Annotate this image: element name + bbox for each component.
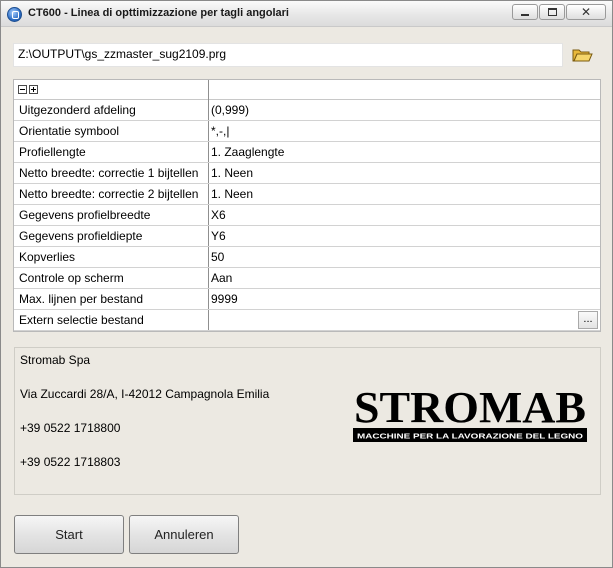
property-value[interactable] bbox=[209, 310, 600, 330]
grid-toolbar bbox=[14, 80, 600, 100]
company-address: Via Zuccardi 28/A, I-42012 Campagnola Em… bbox=[20, 387, 270, 401]
logo-tagline: MACCHINE PER LA LAVORAZIONE DEL LEGNO bbox=[357, 432, 583, 441]
property-rows: Uitgezonderd afdeling (0,999) Orientatie s… bbox=[14, 100, 600, 331]
company-info-panel: Stromab Spa Via Zuccardi 28/A, I-42012 C… bbox=[14, 347, 601, 495]
property-label: Kopverlies bbox=[19, 250, 76, 264]
property-label: Gegevens profielbreedte bbox=[19, 208, 151, 222]
minimize-icon bbox=[521, 14, 529, 16]
property-label: Orientatie symbool bbox=[19, 124, 120, 138]
cancel-button[interactable]: Annuleren bbox=[129, 515, 239, 554]
property-row[interactable]: Kopverlies 50 bbox=[14, 247, 600, 268]
company-phone: +39 0522 1718800 bbox=[20, 421, 121, 435]
property-row[interactable]: Controle op scherm Aan bbox=[14, 268, 600, 289]
property-row[interactable]: Extern selectie bestand... bbox=[14, 310, 600, 331]
logo-wordmark: STROMAB bbox=[354, 384, 586, 432]
folder-open-icon bbox=[572, 49, 593, 62]
start-button[interactable]: Start bbox=[14, 515, 124, 554]
open-folder-button[interactable] bbox=[571, 47, 593, 63]
browse-file-button[interactable]: ... bbox=[578, 311, 598, 329]
property-row[interactable]: Netto breedte: correctie 2 bijtellen 1. N… bbox=[14, 184, 600, 205]
property-label: Profiellengte bbox=[19, 145, 86, 159]
file-path-field[interactable]: Z:\OUTPUT\gs_zzmaster_sug2109.prg bbox=[13, 43, 563, 67]
property-row[interactable]: Max. lijnen per bestand 9999 bbox=[14, 289, 600, 310]
minimize-button[interactable] bbox=[512, 4, 538, 20]
property-value[interactable]: Y6 bbox=[209, 226, 600, 246]
expand-all-icon[interactable] bbox=[29, 85, 38, 94]
collapse-all-icon[interactable] bbox=[18, 85, 27, 94]
property-label: Extern selectie bestand bbox=[19, 313, 144, 327]
property-row[interactable]: Gegevens profieldiepte Y6 bbox=[14, 226, 600, 247]
property-value[interactable]: 1. Neen bbox=[209, 184, 600, 204]
property-label: Netto breedte: correctie 1 bijtellen bbox=[19, 166, 199, 180]
property-value[interactable]: *,-,| bbox=[209, 121, 600, 141]
property-label: Controle op scherm bbox=[19, 271, 124, 285]
property-label: Uitgezonderd afdeling bbox=[19, 103, 136, 117]
window-title: CT600 - Linea di opttimizzazione per tag… bbox=[28, 7, 289, 19]
property-row[interactable]: Orientatie symbool *,-,| bbox=[14, 121, 600, 142]
property-value[interactable]: X6 bbox=[209, 205, 600, 225]
property-row[interactable]: Gegevens profielbreedte X6 bbox=[14, 205, 600, 226]
title-bar: CT600 - Linea di opttimizzazione per tag… bbox=[1, 1, 612, 27]
property-grid: Uitgezonderd afdeling (0,999) Orientatie s… bbox=[13, 79, 601, 332]
main-window: CT600 - Linea di opttimizzazione per tag… bbox=[0, 0, 613, 568]
property-label: Netto breedte: correctie 2 bijtellen bbox=[19, 187, 199, 201]
column-divider[interactable] bbox=[208, 80, 209, 100]
property-row[interactable]: Netto breedte: correctie 1 bijtellen 1. N… bbox=[14, 163, 600, 184]
company-fax: +39 0522 1718803 bbox=[20, 455, 121, 469]
property-label: Max. lijnen per bestand bbox=[19, 292, 144, 306]
property-row[interactable]: Uitgezonderd afdeling (0,999) bbox=[14, 100, 600, 121]
property-value[interactable]: Aan bbox=[209, 268, 600, 288]
property-value[interactable]: 9999 bbox=[209, 289, 600, 309]
maximize-button[interactable] bbox=[539, 4, 565, 20]
property-label: Gegevens profieldiepte bbox=[19, 229, 143, 243]
close-button[interactable]: ✕ bbox=[566, 4, 606, 20]
company-name: Stromab Spa bbox=[20, 353, 91, 367]
property-value[interactable]: 1. Neen bbox=[209, 163, 600, 183]
property-value[interactable]: 50 bbox=[209, 247, 600, 267]
property-value[interactable]: 1. Zaaglengte bbox=[209, 142, 600, 162]
maximize-icon bbox=[547, 8, 557, 16]
stromab-logo: STROMAB MACCHINE PER LA LAVORAZIONE DEL … bbox=[353, 384, 587, 442]
property-row[interactable]: Profiellengte 1. Zaaglengte bbox=[14, 142, 600, 163]
app-icon bbox=[7, 7, 22, 22]
property-value[interactable]: (0,999) bbox=[209, 100, 600, 120]
close-icon: ✕ bbox=[580, 5, 592, 19]
